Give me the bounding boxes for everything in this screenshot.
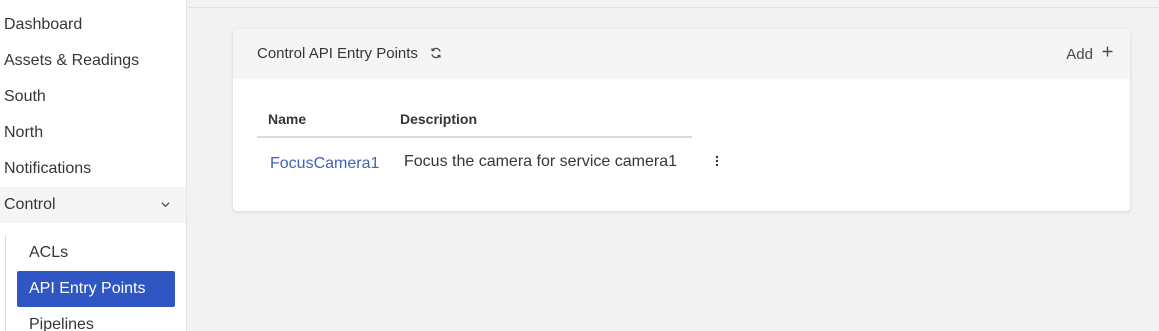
sidebar-item-label: Control: [4, 196, 56, 213]
sidebar-item-label: North: [4, 124, 44, 141]
sidebar: Dashboard Assets & Readings South North …: [0, 0, 187, 331]
plus-icon[interactable]: [1102, 46, 1113, 57]
column-header-description: Description: [400, 111, 478, 127]
entry-point-name-link[interactable]: FocusCamera1: [270, 155, 379, 173]
card-header: Control API Entry Points Add: [233, 29, 1130, 77]
entry-points-card: Control API Entry Points Add Name Descri…: [233, 29, 1130, 211]
submenu-divider: [5, 235, 6, 331]
table-header-rule: [257, 136, 692, 138]
entry-point-description: Focus the camera for service camera1: [404, 153, 677, 170]
card-title: Control API Entry Points: [257, 45, 418, 62]
sidebar-subitem-label: ACLs: [29, 244, 69, 261]
sidebar-item-label: Dashboard: [4, 16, 83, 33]
sidebar-item-label: South: [4, 88, 46, 105]
sidebar-subitem-api-entry-points[interactable]: API Entry Points: [17, 271, 175, 307]
sidebar-item-control[interactable]: Control: [0, 187, 186, 223]
sidebar-subitem-pipelines[interactable]: Pipelines: [17, 307, 175, 331]
refresh-icon[interactable]: [430, 47, 442, 59]
sidebar-subitem-acls[interactable]: ACLs: [17, 235, 175, 271]
sidebar-item-dashboard[interactable]: Dashboard: [0, 7, 186, 43]
sidebar-item-south[interactable]: South: [0, 79, 186, 115]
chevron-down-icon: [161, 202, 170, 208]
kebab-menu-icon[interactable]: [714, 155, 720, 167]
sidebar-subitem-label: Pipelines: [29, 316, 94, 331]
top-divider: [188, 7, 1159, 8]
sidebar-item-assets-readings[interactable]: Assets & Readings: [0, 43, 186, 79]
column-header-name: Name: [268, 111, 307, 127]
sidebar-subitem-label: API Entry Points: [29, 280, 146, 297]
add-button[interactable]: Add: [1066, 46, 1093, 63]
sidebar-item-north[interactable]: North: [0, 115, 186, 151]
sidebar-item-label: Notifications: [4, 160, 92, 177]
sidebar-item-notifications[interactable]: Notifications: [0, 151, 186, 187]
sidebar-item-label: Assets & Readings: [4, 52, 140, 69]
